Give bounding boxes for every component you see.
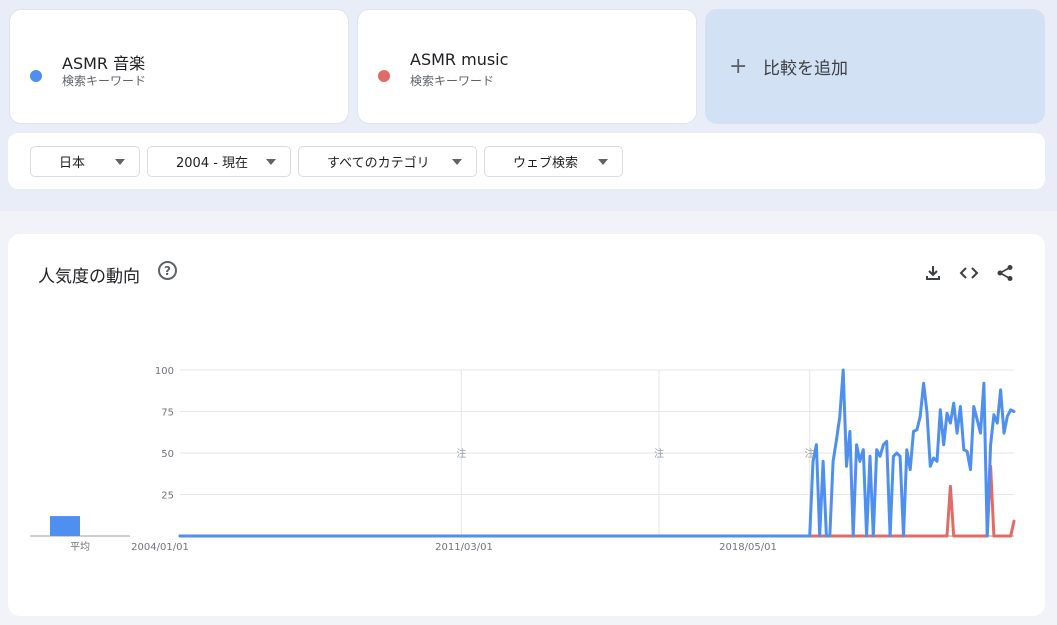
- note-marker: 注: [805, 447, 815, 460]
- term-type: 検索キーワード: [410, 74, 495, 88]
- term-card-2[interactable]: ASMR music 検索キーワード: [357, 9, 697, 124]
- y-tick-label: 100: [155, 366, 174, 377]
- caret-down-icon: [266, 159, 276, 165]
- region-filter-value: 日本: [59, 156, 86, 171]
- period-filter-value: 2004 - 現在: [176, 156, 249, 171]
- term-card-1[interactable]: ASMR 音楽 検索キーワード: [9, 9, 349, 124]
- series-color-dot: [378, 70, 390, 82]
- add-comparison-button[interactable]: + 比較を追加: [705, 9, 1045, 124]
- series-color-dot: [30, 70, 42, 82]
- note-marker: 注: [456, 447, 466, 460]
- caret-down-icon: [115, 159, 125, 165]
- category-filter-value: すべてのカテゴリ: [327, 156, 430, 171]
- add-comparison-label: 比較を追加: [763, 59, 848, 79]
- average-bar: [50, 516, 80, 536]
- term-name: ASMR music: [410, 50, 509, 69]
- term-type: 検索キーワード: [62, 74, 147, 88]
- caret-down-icon: [452, 159, 462, 165]
- x-tick-label: 2011/03/01: [435, 542, 493, 553]
- search-type-filter[interactable]: ウェブ検索: [484, 146, 623, 177]
- y-tick-label: 75: [161, 408, 174, 419]
- y-tick-label: 25: [161, 491, 174, 502]
- filter-bar: 日本 2004 - 現在 すべてのカテゴリ ウェブ検索: [8, 133, 1045, 189]
- plus-icon: +: [729, 54, 748, 79]
- interest-over-time-card: 人気度の動向 ? 25 50 75 100 注注注 2004/01/01 2011/03/0…: [8, 234, 1045, 616]
- average-bars: [30, 516, 130, 537]
- term-name: ASMR 音楽: [62, 54, 146, 73]
- period-filter[interactable]: 2004 - 現在: [147, 146, 291, 177]
- category-filter[interactable]: すべてのカテゴリ: [298, 146, 477, 177]
- trend-chart: 25 50 75 100 注 注 注 2004/01/01 2011/03/01 2018/05/…: [30, 366, 1016, 553]
- note-marker: 注: [654, 447, 664, 460]
- x-tick-label: 2018/05/01: [719, 542, 777, 553]
- average-label: 平均: [70, 541, 90, 553]
- search-type-filter-value: ウェブ検索: [513, 156, 579, 171]
- x-tick-label: 2004/01/01: [131, 542, 189, 553]
- y-tick-label: 50: [161, 449, 174, 460]
- caret-down-icon: [598, 159, 608, 165]
- region-filter[interactable]: 日本: [30, 146, 140, 177]
- chart-labels: 25 50 75 100 注 注 注 2004/01/01 2011/03/01 2018/05/…: [70, 366, 815, 553]
